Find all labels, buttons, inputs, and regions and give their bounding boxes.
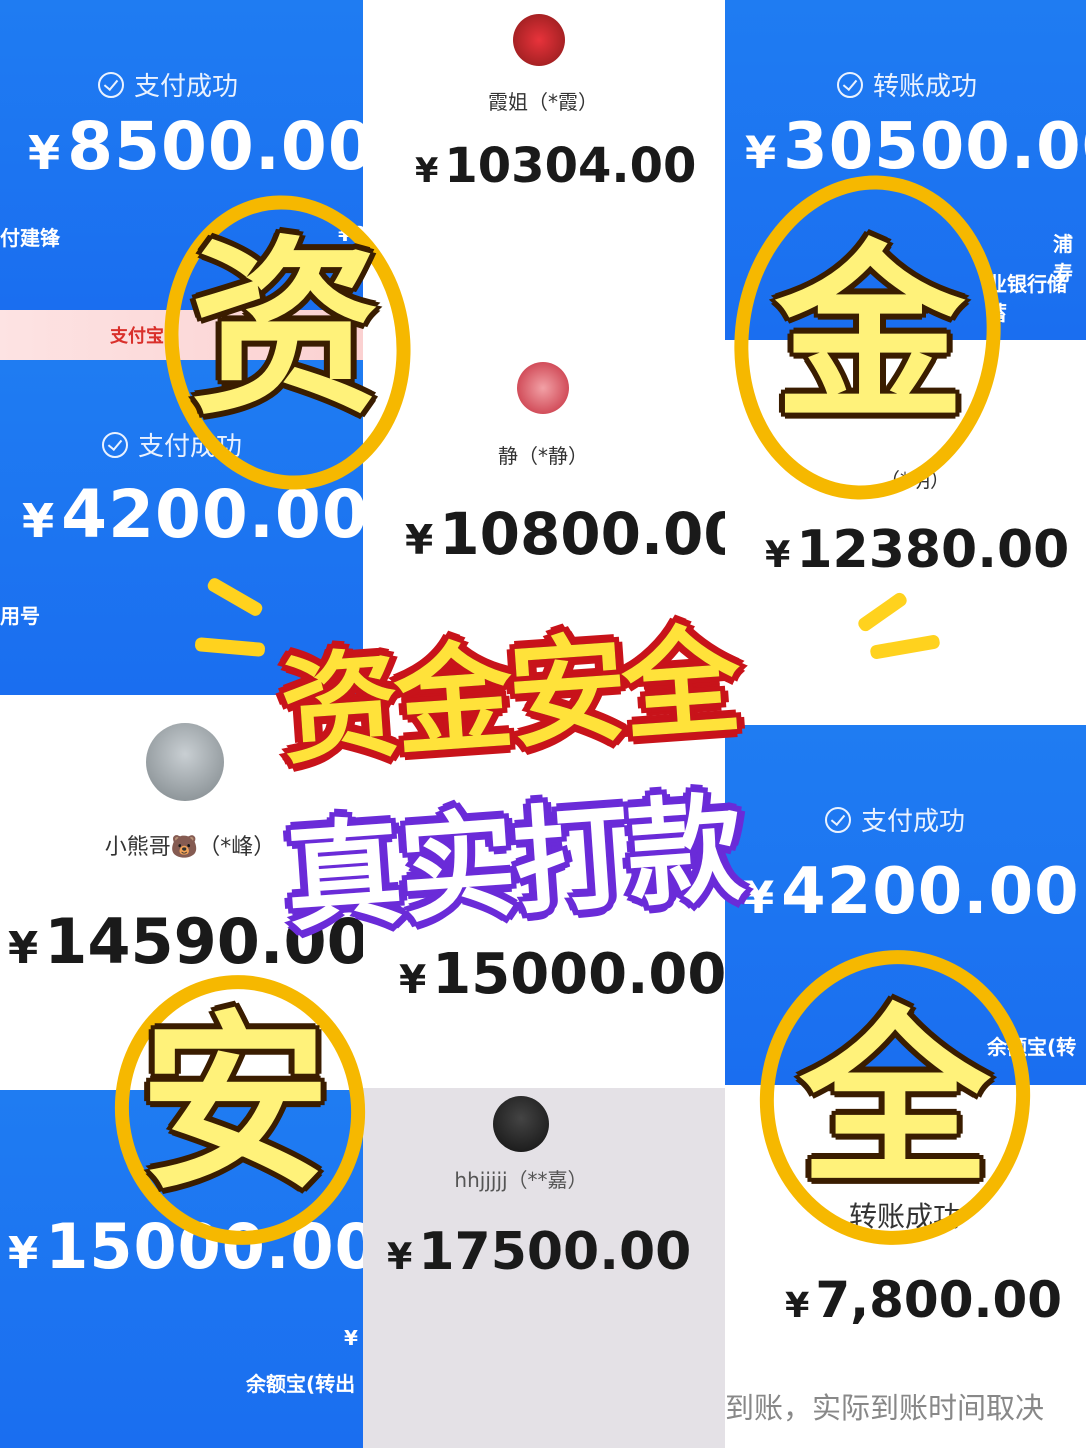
status-text: 转账成功 <box>873 72 978 102</box>
amount-value: 15000.00 <box>432 942 725 1007</box>
amount-value: 4200.00 <box>781 855 1080 929</box>
check-circle-icon <box>102 431 128 458</box>
amount-value: 30500.00 <box>783 110 1086 184</box>
transfer-tile-2: 霞姐（*霞） ¥10304.00 <box>363 0 725 362</box>
transfer-status: 转账成功 <box>837 66 977 103</box>
amount-value: 4200.00 <box>61 476 363 553</box>
amount-value: 10800.00 <box>439 500 725 568</box>
currency-symbol: ¥ <box>8 924 39 974</box>
payment-amount: ¥4200.00 <box>743 855 1080 929</box>
currency-fragment: ¥ <box>344 1326 358 1350</box>
transfer-tile-11: hhjjjjj（**嘉） ¥17500.00 <box>363 1088 725 1448</box>
check-circle-icon <box>98 71 124 98</box>
user-avatar <box>493 1096 549 1152</box>
currency-symbol: ¥ <box>765 533 791 576</box>
arrival-note: 到账，实际到账时间取决 <box>725 1391 1045 1425</box>
payment-status: 支付成功 <box>98 66 238 103</box>
transfer-amount: ¥10304.00 <box>415 138 696 194</box>
overlay-char-2: 金 <box>774 224 965 445</box>
currency-symbol: ¥ <box>745 126 778 179</box>
payment-status: 支付成功 <box>825 801 965 838</box>
user-name: 霞姐（*霞） <box>488 90 598 114</box>
check-circle-icon <box>837 71 863 98</box>
user-avatar <box>146 723 224 801</box>
account-label: 用号 <box>0 604 40 628</box>
banner-line-2: 真实打款 <box>281 781 746 948</box>
transfer-amount: ¥12380.00 <box>765 520 1069 580</box>
alipay-label: 支付宝 <box>110 326 164 347</box>
currency-symbol: ¥ <box>399 958 427 1003</box>
payment-amount: ¥8500.00 <box>28 108 363 185</box>
currency-symbol: ¥ <box>743 871 776 924</box>
amount-value: 8500.00 <box>67 108 363 185</box>
status-text: 支付成功 <box>861 807 966 837</box>
currency-symbol: ¥ <box>387 1235 413 1278</box>
amount-value: 17500.00 <box>418 1222 692 1282</box>
transfer-amount: ¥7,800.00 <box>785 1271 1062 1329</box>
overlay-char-4: 全 <box>799 989 990 1210</box>
amount-value: 12380.00 <box>796 520 1070 580</box>
currency-symbol: ¥ <box>405 516 434 564</box>
transfer-amount: ¥10800.00 <box>405 500 725 568</box>
overlay-char-3: 安 <box>139 994 330 1215</box>
user-avatar <box>513 14 565 66</box>
user-avatar <box>517 362 569 414</box>
banner-line-1: 资金安全 <box>276 611 742 781</box>
transfer-amount: ¥17500.00 <box>387 1222 691 1282</box>
user-name: 静（*静） <box>498 444 588 468</box>
currency-symbol: ¥ <box>28 126 62 180</box>
currency-symbol: ¥ <box>8 1229 40 1279</box>
currency-symbol: ¥ <box>415 151 439 190</box>
currency-symbol: ¥ <box>785 1286 810 1326</box>
bank-account-type: 业银行储蓄 <box>987 272 1067 325</box>
user-name: hhjjjjj（**嘉） <box>454 1168 588 1192</box>
overlay-char-1: 资 <box>189 219 380 440</box>
payee-name: 付建锋 <box>0 226 60 250</box>
transfer-amount: ¥15000.00 <box>399 942 725 1007</box>
transfer-amount: ¥30500.00 <box>745 110 1086 184</box>
amount-value: 10304.00 <box>444 138 697 194</box>
currency-symbol: ¥ <box>22 494 56 548</box>
check-circle-icon <box>825 806 851 833</box>
status-text: 支付成功 <box>134 72 239 102</box>
amount-value: 7,800.00 <box>815 1271 1063 1329</box>
account-label: 余额宝(转出 <box>246 1372 356 1396</box>
